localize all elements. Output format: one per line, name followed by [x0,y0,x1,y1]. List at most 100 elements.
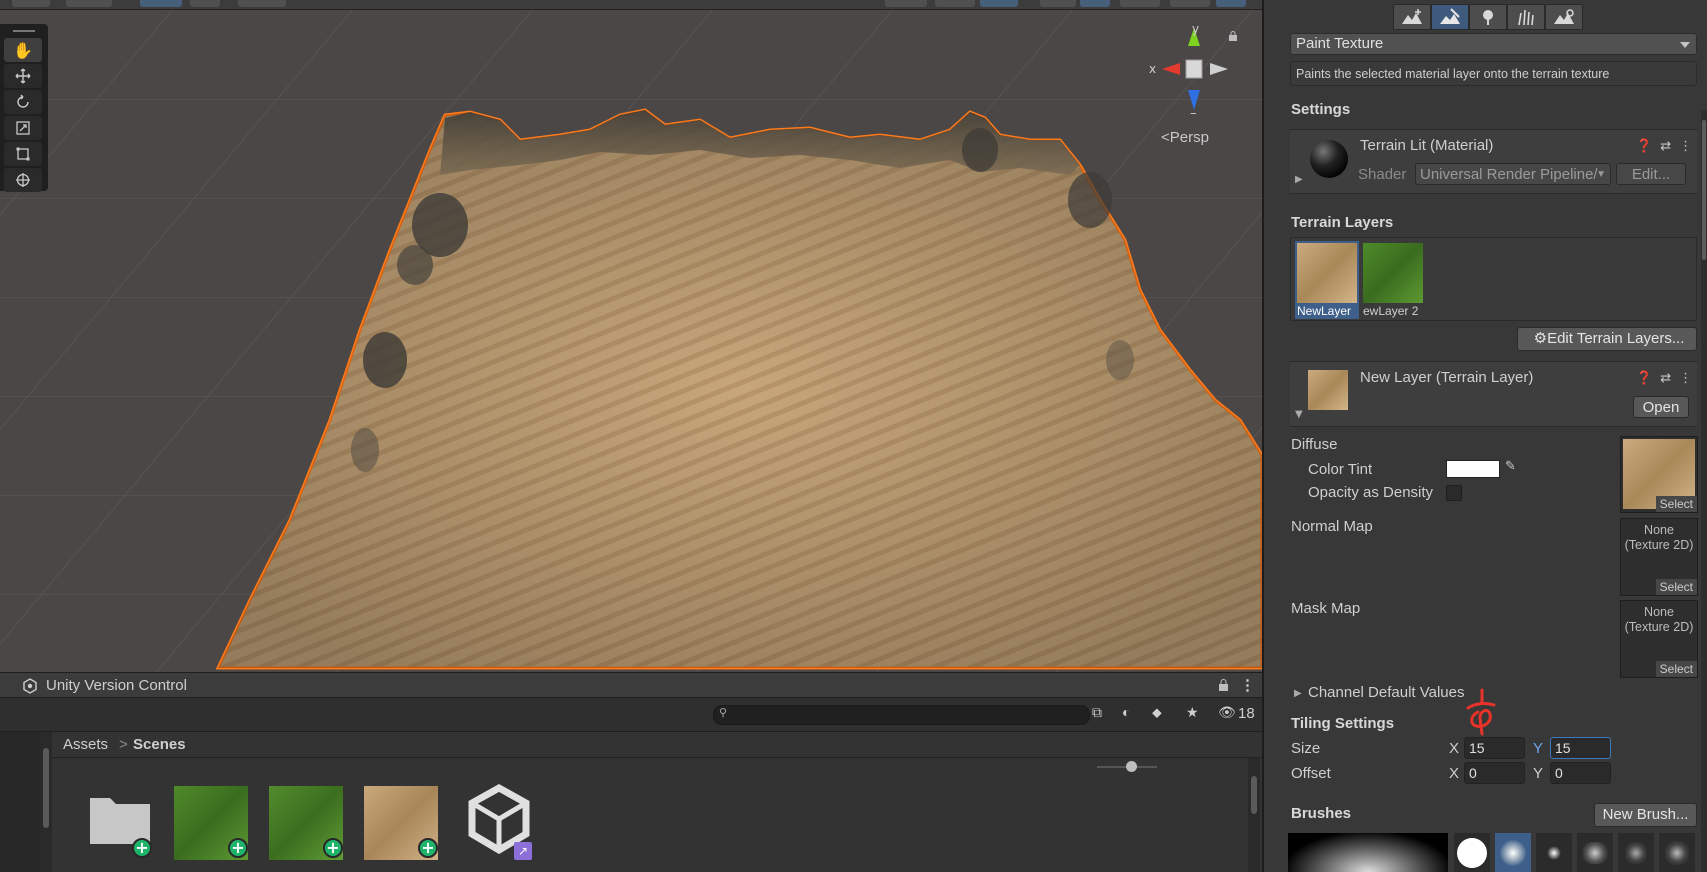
grass-texture-asset-2[interactable]: + [269,786,343,860]
layer-label: NewLayer [1297,304,1352,318]
offset-y-input[interactable]: 0 [1550,762,1611,784]
foldout-arrow-icon[interactable]: ▶ [1295,174,1303,185]
version-control-icon [23,678,37,694]
terrain-viewport[interactable] [0,0,1262,672]
context-menu-icon[interactable]: ⋮ [1679,371,1692,386]
terrain-settings-icon [1554,9,1574,24]
terrain-tool-tabs [1393,4,1583,30]
transform-tools-panel: ✋ [0,24,48,192]
breadcrumb-assets[interactable]: Assets [63,736,108,753]
project-panel: Unity Version Control ⋮ ⚲ ⧉ ◐ ⬥ ★ 👁 18 A… [0,672,1262,872]
rough-brush-icon [1665,840,1689,865]
filter-by-type-icon[interactable]: ◐ [1122,704,1130,720]
folder-asset[interactable]: + [84,788,158,862]
breadcrumb-separator: > [119,736,128,753]
help-icon[interactable]: ❓ [1636,371,1652,386]
asset-search-input[interactable]: ⚲ [713,705,1090,725]
normal-map-select-button[interactable]: Select [1655,579,1697,595]
gizmo-x-label: x [1149,62,1156,76]
brush-tile[interactable] [1577,833,1613,872]
unity-editor: ✋ y x z [0,0,1707,872]
terrain-layers-list: NewLayer ewLayer 2 [1290,237,1697,321]
size-x-axis-label: X [1449,740,1460,757]
scene-view[interactable]: ✋ y x z [0,0,1262,672]
brush-tile[interactable] [1618,833,1654,872]
help-icon[interactable]: ❓ [1636,139,1652,154]
tree-icon [1483,10,1493,25]
foldout-arrow-icon[interactable]: ▼ [1295,409,1303,420]
material-preview-sphere [1310,140,1348,178]
shader-value: Universal Render Pipeline/ [1420,166,1598,183]
search-icon: ⚲ [719,706,728,719]
visibility-eye-icon[interactable]: 👁 [1218,704,1236,721]
preset-icon[interactable]: ⇄ [1660,139,1671,154]
size-y-input[interactable]: 15 [1550,737,1611,759]
version-control-tab[interactable]: Unity Version Control [46,677,187,694]
layer-tile-selected[interactable]: NewLayer [1295,241,1359,319]
breadcrumb-scenes[interactable]: Scenes [133,736,186,753]
scale-tool-button[interactable] [4,116,42,140]
preset-icon[interactable]: ⇄ [1660,371,1671,386]
new-brush-button[interactable]: New Brush... [1594,803,1697,827]
normal-map-slot[interactable]: None (Texture 2D) Select [1620,518,1698,596]
paint-details-tab[interactable] [1507,4,1545,30]
panel-drag-handle[interactable] [13,30,35,32]
mask-map-slot[interactable]: None (Texture 2D) Select [1620,600,1698,678]
create-terrain-tab[interactable] [1393,4,1431,30]
inspector-scrollbar[interactable] [1701,110,1707,872]
rect-tool-button[interactable] [4,142,42,166]
paint-trees-tab[interactable] [1469,4,1507,30]
color-tint-swatch[interactable] [1446,460,1500,478]
panel-lock-icon[interactable] [1218,679,1229,691]
layer-thumbnail [1363,243,1423,303]
lock-icon[interactable] [1228,31,1238,41]
folder-tree-scrollbar[interactable] [40,732,52,872]
shader-dropdown[interactable]: Universal Render Pipeline/ ▼ [1415,163,1611,185]
visible-count: 18 [1238,705,1255,722]
mask-map-select-button[interactable]: Select [1655,661,1697,677]
inspector-panel: Paint Texture Paints the selected materi… [1262,0,1707,872]
terrain-settings-tab[interactable] [1545,4,1583,30]
rotate-tool-button[interactable] [4,90,42,114]
size-x-input[interactable]: 15 [1464,737,1525,759]
brush-tile[interactable] [1659,833,1695,872]
tiling-settings-heading: Tiling Settings [1291,715,1395,732]
eyedropper-icon[interactable]: ✎ [1505,459,1516,474]
opacity-density-checkbox[interactable] [1446,485,1462,501]
layer-tile[interactable]: ewLayer 2 [1361,241,1425,319]
offset-x-input[interactable]: 0 [1464,762,1525,784]
grass-texture-asset[interactable]: + [174,786,248,860]
terrain-material-card: ▶ Terrain Lit (Material) Shader Universa… [1290,129,1697,194]
search-by-type-icon[interactable]: ⧉ [1092,704,1102,721]
gizmo-z-label: z [1190,109,1196,114]
open-layer-button[interactable]: Open [1633,396,1689,418]
zoom-slider-thumb[interactable] [1126,761,1137,772]
brush-tile[interactable] [1454,833,1490,872]
move-tool-button[interactable] [4,64,42,88]
favorite-star-icon[interactable]: ★ [1186,704,1199,721]
projection-toggle[interactable]: <Persp [1161,129,1209,146]
hand-icon: ✋ [13,40,33,60]
paint-mode-dropdown[interactable]: Paint Texture [1290,33,1697,55]
diffuse-texture-slot[interactable]: Select [1620,436,1698,513]
context-menu-icon[interactable]: ⋮ [1679,139,1692,154]
paint-terrain-tab[interactable] [1431,4,1469,30]
dry-grass-texture-asset[interactable]: + [364,786,438,860]
label-filter-icon[interactable]: ⬥ [1152,704,1162,721]
hand-tool-button[interactable]: ✋ [4,38,42,62]
brushes-heading: Brushes [1291,805,1352,822]
layer-header-icons: ❓ ⇄ ⋮ [1636,371,1692,386]
transform-tool-button[interactable] [4,168,42,192]
panel-menu-icon[interactable]: ⋮ [1240,676,1255,694]
brush-tile-selected[interactable] [1495,833,1531,872]
brush-tile[interactable] [1536,833,1572,872]
diffuse-select-button[interactable]: Select [1655,496,1697,512]
mask-map-label: Mask Map [1291,600,1361,617]
rect-transform-icon [16,147,30,161]
edit-terrain-layers-button[interactable]: ⚙Edit Terrain Layers... [1517,327,1697,351]
asset-grid-scrollbar[interactable] [1248,758,1260,872]
edit-shader-button[interactable]: Edit... [1616,163,1686,185]
unity-asset[interactable]: ↗ [464,783,538,860]
soft-round-brush-icon [1500,839,1526,866]
layer-label: ewLayer 2 [1363,304,1419,318]
